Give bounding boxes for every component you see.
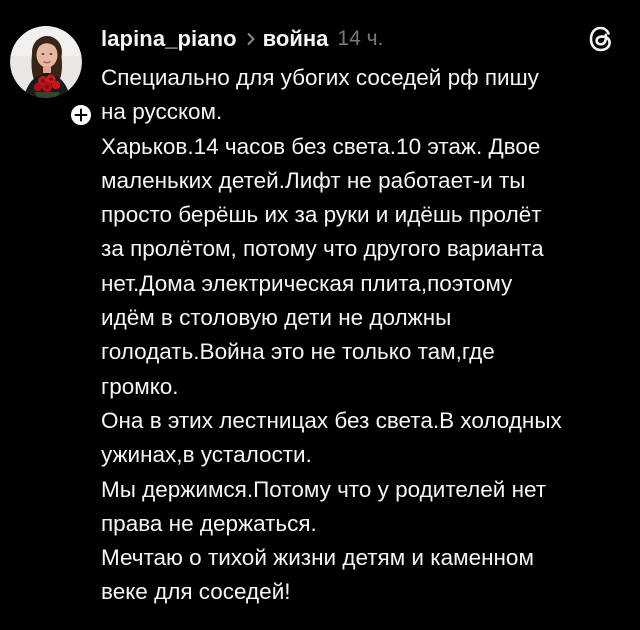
post-text-line: идём в столовую дети не должны [101,305,452,331]
post-text-line: веке для соседей! [101,579,291,605]
post-text-line: Харьков.14 часов без света.10 этаж. Двое [101,133,541,159]
follow-button[interactable] [68,102,94,128]
post-text-line: громко. [101,373,179,399]
author-avatar-wrapper[interactable] [10,26,94,128]
post-text-line: маленьких детей.Лифт не работает-и ты [101,167,526,193]
plus-icon [74,108,88,122]
threads-post: lapina_piano война 14 ч. Специально для … [0,0,640,630]
post-text-line: Специально для убогих соседей рф пишу [101,65,539,90]
post-header: lapina_piano война 14 ч. [101,22,383,56]
post-body: Специально для убогих соседей рф пишу на… [101,61,626,610]
post-text-line: за пролётом, потому что другого варианта [101,236,544,262]
post-text-line: голодать.Война это не только там,где [101,339,495,365]
topic-tag[interactable]: война [263,26,329,52]
post-text-line: просто берёшь их за руки и идёшь пролёт [101,202,542,228]
post-text-line: нет.Дома электрическая плита,поэтому [101,270,513,296]
post-text-line: Мы держимся.Потому что у родителей нет [101,476,547,502]
avatar[interactable] [10,26,82,98]
post-text-line: ужинах,в усталости. [101,442,312,468]
threads-logo-icon [589,26,611,52]
post-text-line: Она в этих лестницах без света.В холодны… [101,407,562,433]
post-text-line: на русском. [101,99,223,125]
post-text-line: права не держаться. [101,510,317,536]
author-username[interactable]: lapina_piano [101,26,237,52]
post-timestamp: 14 ч. [337,27,384,50]
post-text-line: Мечтаю о тихой жизни детям и каменном [101,545,534,571]
chevron-right-icon [246,32,256,46]
